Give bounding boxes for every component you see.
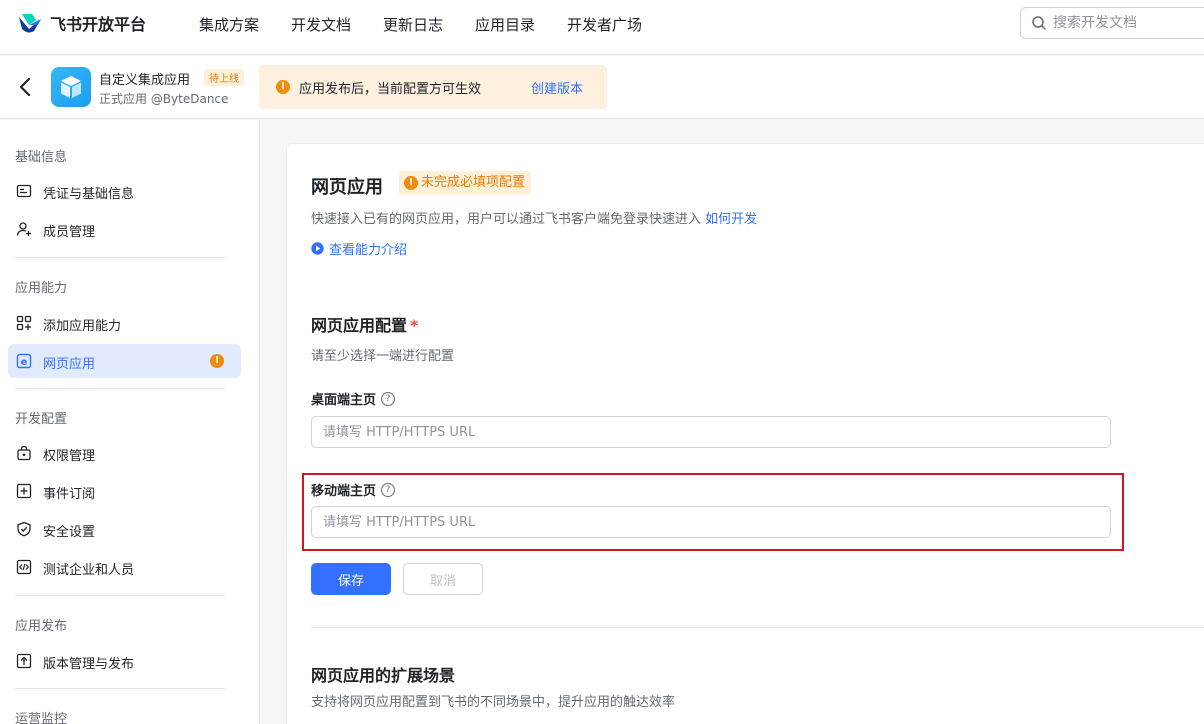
incomplete-warning-icon: ! bbox=[210, 354, 224, 368]
sidebar-divider bbox=[15, 595, 225, 596]
sidebar-item-label: 安全设置 bbox=[43, 525, 96, 540]
sidebar-item-label: 权限管理 bbox=[43, 449, 96, 464]
sidebar-section-monitoring: 运营监控 bbox=[15, 712, 68, 724]
extension-section-description: 支持将网页应用配置到飞书的不同场景中，提升应用的触达效率 bbox=[311, 695, 676, 710]
play-circle-icon bbox=[311, 242, 324, 255]
desktop-label-text: 桌面端主页 bbox=[311, 393, 377, 408]
how-to-develop-link[interactable]: 如何开发 bbox=[705, 212, 757, 227]
sidebar-section-release: 应用发布 bbox=[15, 619, 68, 634]
sidebar-item-label: 网页应用 bbox=[43, 357, 96, 372]
sidebar-item-web-app[interactable]: e 网页应用 ! bbox=[8, 344, 241, 378]
mobile-homepage-label: 移动端主页 ? bbox=[311, 480, 396, 499]
app-header: 自定义集成应用 待上线 正式应用 @ByteDance ! 应用发布后，当前配置… bbox=[0, 56, 1204, 119]
extension-section-title: 网页应用的扩展场景 bbox=[311, 666, 456, 685]
shield-icon bbox=[17, 521, 31, 537]
warning-icon: ! bbox=[404, 176, 418, 190]
app-status-badge: 待上线 bbox=[204, 69, 244, 86]
config-section-title: 网页应用配置 * bbox=[311, 312, 418, 336]
back-arrow-icon[interactable] bbox=[16, 76, 34, 98]
feishu-logo-icon bbox=[19, 14, 41, 33]
sidebar-divider bbox=[15, 257, 225, 258]
search-input[interactable] bbox=[1053, 15, 1203, 31]
sidebar: 基础信息 凭证与基础信息 成员管理 应用能力 添加应用能力 e 网页应用 ! 开… bbox=[0, 120, 260, 724]
lock-icon bbox=[17, 445, 31, 461]
mobile-url-input[interactable] bbox=[311, 506, 1111, 538]
capability-intro-link[interactable]: 查看能力介绍 bbox=[311, 239, 407, 258]
search-box[interactable] bbox=[1020, 7, 1204, 39]
sidebar-divider bbox=[15, 688, 225, 689]
nav-developer-plaza[interactable]: 开发者广场 bbox=[567, 14, 642, 35]
brand-name: 飞书开放平台 bbox=[50, 15, 147, 34]
sidebar-item-security[interactable]: 安全设置 bbox=[8, 512, 241, 546]
brand-logo[interactable]: 飞书开放平台 bbox=[16, 11, 146, 35]
desktop-homepage-label: 桌面端主页 ? bbox=[311, 389, 396, 408]
nav-app-directory[interactable]: 应用目录 bbox=[475, 14, 535, 35]
sidebar-section-dev-config: 开发配置 bbox=[15, 412, 68, 427]
create-version-link[interactable]: 创建版本 bbox=[531, 78, 583, 97]
app-name: 自定义集成应用 bbox=[99, 73, 191, 88]
help-icon[interactable]: ? bbox=[381, 391, 396, 406]
sidebar-item-test-tenants[interactable]: 测试企业和人员 bbox=[8, 550, 241, 584]
sidebar-item-credentials[interactable]: 凭证与基础信息 bbox=[8, 174, 241, 208]
sidebar-item-add-capability[interactable]: 添加应用能力 bbox=[8, 306, 241, 340]
top-nav: 飞书开放平台 集成方案 开发文档 更新日志 应用目录 开发者广场 bbox=[0, 0, 1204, 55]
save-button[interactable]: 保存 bbox=[311, 563, 391, 595]
sidebar-item-label: 成员管理 bbox=[43, 225, 96, 240]
upload-icon bbox=[16, 653, 32, 669]
sidebar-section-basic: 基础信息 bbox=[15, 150, 68, 165]
id-card-icon bbox=[16, 184, 32, 198]
nav-docs[interactable]: 开发文档 bbox=[291, 14, 351, 35]
sidebar-divider bbox=[15, 388, 225, 389]
sidebar-item-members[interactable]: 成员管理 bbox=[8, 212, 241, 246]
warning-icon: ! bbox=[276, 80, 290, 94]
sidebar-section-capabilities: 应用能力 bbox=[15, 281, 68, 296]
config-hint: 请至少选择一端进行配置 bbox=[311, 349, 455, 364]
nav-changelog[interactable]: 更新日志 bbox=[383, 14, 443, 35]
sidebar-item-events[interactable]: 事件订阅 bbox=[8, 474, 241, 508]
status-tag-label: 未完成必填项配置 bbox=[421, 175, 526, 190]
apps-add-icon bbox=[16, 315, 32, 331]
incomplete-status-tag: ! 未完成必填项配置 bbox=[399, 171, 532, 195]
capability-intro-label: 查看能力介绍 bbox=[329, 243, 408, 258]
sidebar-item-label: 添加应用能力 bbox=[43, 319, 122, 334]
web-app-icon: e bbox=[16, 353, 32, 369]
sidebar-item-label: 事件订阅 bbox=[43, 487, 96, 502]
svg-text:e: e bbox=[21, 357, 28, 368]
search-icon bbox=[1032, 16, 1046, 30]
publish-notice: ! 应用发布后，当前配置方可生效 创建版本 bbox=[259, 65, 607, 109]
required-marker: * bbox=[410, 316, 419, 335]
page-title: 网页应用 bbox=[311, 177, 383, 198]
page-description: 快速接入已有的网页应用，用户可以通过飞书客户端免登录快速进入 如何开发 bbox=[311, 208, 757, 227]
event-icon bbox=[16, 483, 32, 499]
sidebar-item-version-release[interactable]: 版本管理与发布 bbox=[8, 644, 241, 678]
nav-solutions[interactable]: 集成方案 bbox=[199, 14, 259, 35]
notice-text: 应用发布后，当前配置方可生效 bbox=[299, 82, 482, 97]
sidebar-item-label: 测试企业和人员 bbox=[43, 563, 135, 578]
app-avatar bbox=[51, 67, 91, 107]
add-member-icon bbox=[16, 222, 31, 236]
sidebar-item-label: 凭证与基础信息 bbox=[43, 187, 135, 202]
help-icon[interactable]: ? bbox=[381, 482, 396, 497]
cube-icon bbox=[61, 76, 81, 98]
desktop-url-input[interactable] bbox=[311, 416, 1111, 448]
mobile-label-text: 移动端主页 bbox=[311, 484, 377, 499]
sidebar-item-permissions[interactable]: 权限管理 bbox=[8, 436, 241, 470]
cancel-button[interactable]: 取消 bbox=[403, 563, 483, 595]
code-icon bbox=[16, 559, 32, 575]
config-title-text: 网页应用配置 bbox=[311, 316, 408, 335]
web-app-card: 网页应用 ! 未完成必填项配置 快速接入已有的网页应用，用户可以通过飞书客户端免… bbox=[286, 143, 1204, 724]
app-subtitle: 正式应用 @ByteDance bbox=[99, 92, 229, 106]
section-divider bbox=[311, 627, 1204, 628]
description-text: 快速接入已有的网页应用，用户可以通过飞书客户端免登录快速进入 bbox=[311, 212, 702, 227]
sidebar-item-label: 版本管理与发布 bbox=[43, 657, 135, 672]
